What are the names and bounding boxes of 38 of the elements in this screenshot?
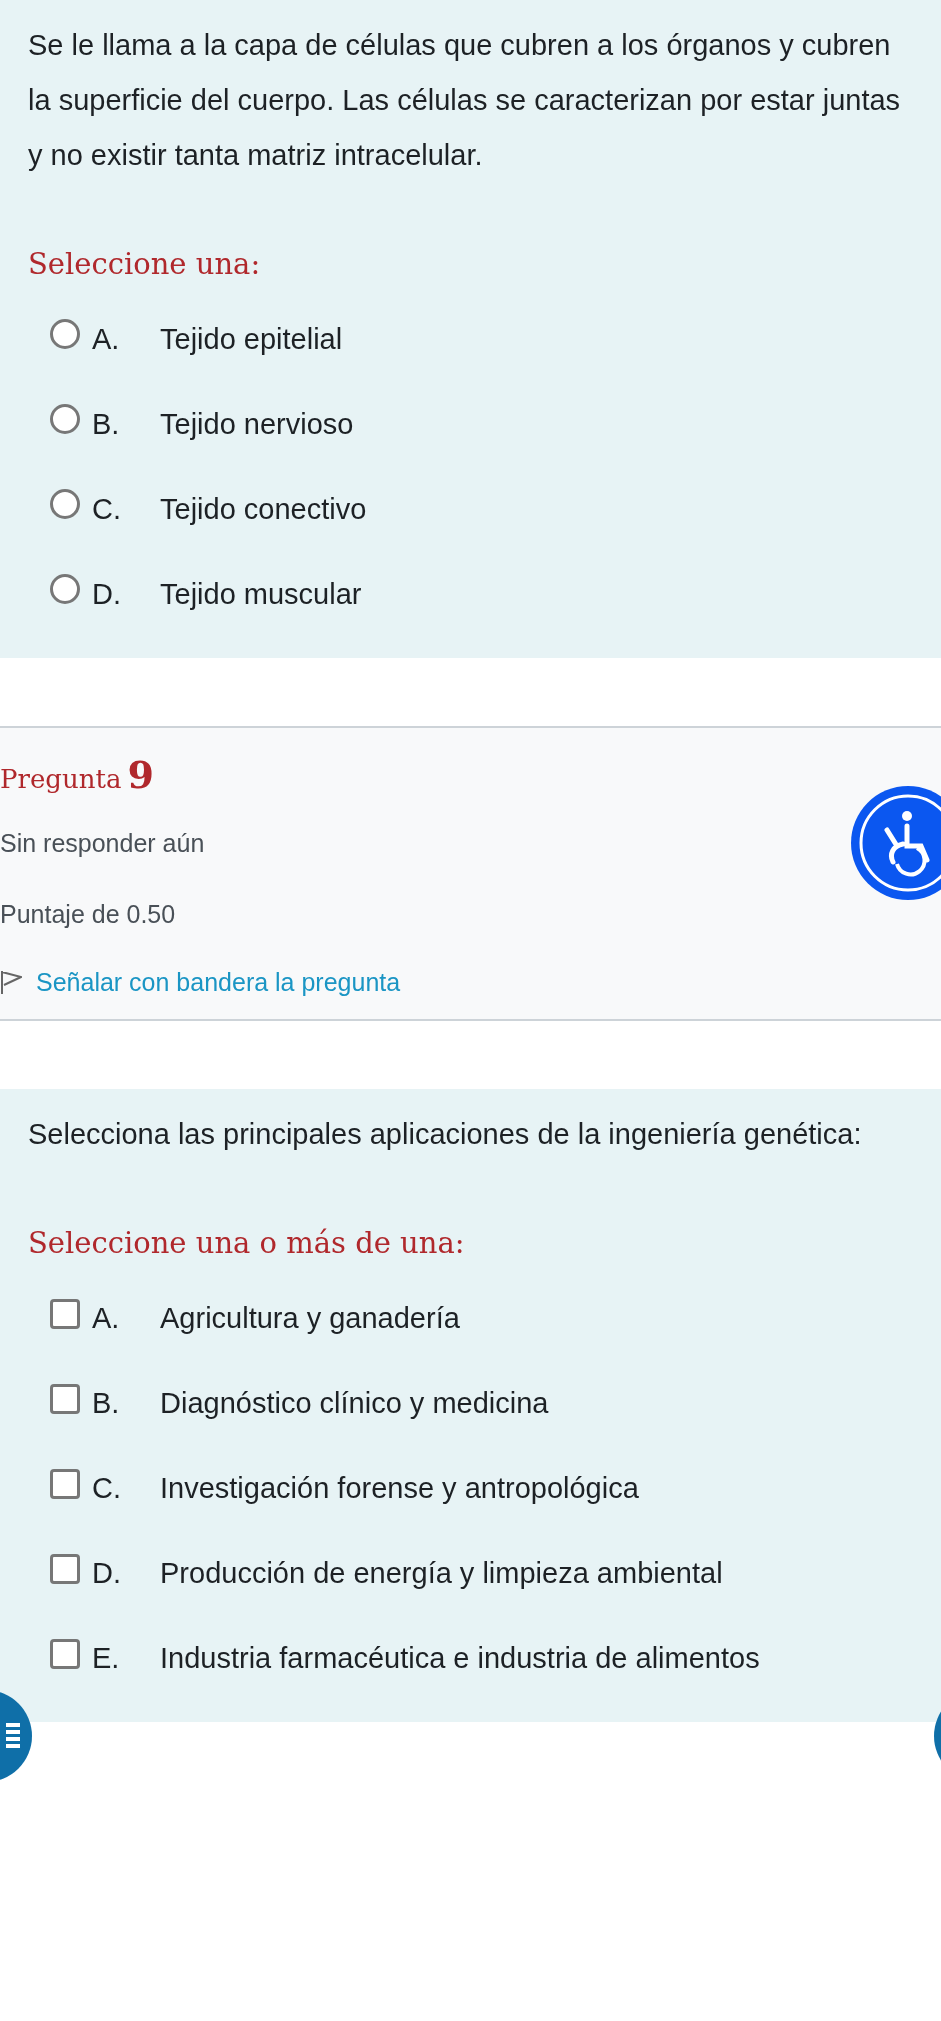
score-text: Puntaje de 0.50 [0, 899, 177, 930]
option-letter: C. [92, 1470, 122, 1506]
option-letter: A. [92, 1300, 121, 1336]
option-letter: E. [92, 1640, 121, 1676]
answer-prompt: Seleccione una o más de una: [28, 1225, 466, 1262]
option-letter: C. [92, 491, 122, 527]
radio-button[interactable] [50, 488, 80, 519]
option-letter: A. [92, 321, 121, 357]
radio-button[interactable] [50, 403, 80, 434]
option-letter: B. [92, 1385, 121, 1421]
option-label[interactable]: Industria farmacéutica e industria de alimentos [160, 1633, 760, 1682]
option-label[interactable]: Tejido muscular [160, 569, 362, 618]
question-text: Selecciona las principales aplicaciones de la ingeniería genética: [28, 1117, 863, 1152]
option-label[interactable]: Tejido epitelial [160, 314, 343, 363]
option-letter: B. [92, 406, 121, 442]
checkbox[interactable] [50, 1553, 80, 1584]
option-letter: D. [92, 1555, 122, 1591]
question-title: Pregunta [0, 762, 122, 796]
status-text: Sin responder aún [0, 827, 206, 859]
accessibility-icon[interactable] [851, 785, 941, 900]
flag-icon [0, 969, 22, 996]
option-label[interactable]: Tejido nervioso [160, 399, 354, 448]
radio-button[interactable] [50, 573, 80, 604]
option-label[interactable]: Investigación forense y antropológica [160, 1463, 639, 1512]
question-text: Se le llama a la capa de células que cubren a los órganos y cubren la superficie del cuerpo. Las células se caracterizan por estar juntas y no existir tanta matriz intracelular. [28, 28, 902, 173]
option-label[interactable]: Producción de energía y limpieza ambiental [160, 1548, 723, 1597]
checkbox[interactable] [50, 1383, 80, 1414]
option-letter: D. [92, 576, 122, 612]
checkbox[interactable] [50, 1468, 80, 1499]
checkbox[interactable] [50, 1298, 80, 1329]
radio-button[interactable] [50, 318, 80, 349]
option-label[interactable]: Tejido conectivo [160, 484, 367, 533]
list-icon [6, 1721, 20, 1751]
checkbox[interactable] [50, 1638, 80, 1669]
answer-prompt: Seleccione una: [28, 246, 262, 283]
option-label[interactable]: Diagnóstico clínico y medicina [160, 1378, 549, 1427]
question-number: 9 [127, 750, 154, 799]
option-label[interactable]: Agricultura y ganadería [160, 1293, 460, 1342]
